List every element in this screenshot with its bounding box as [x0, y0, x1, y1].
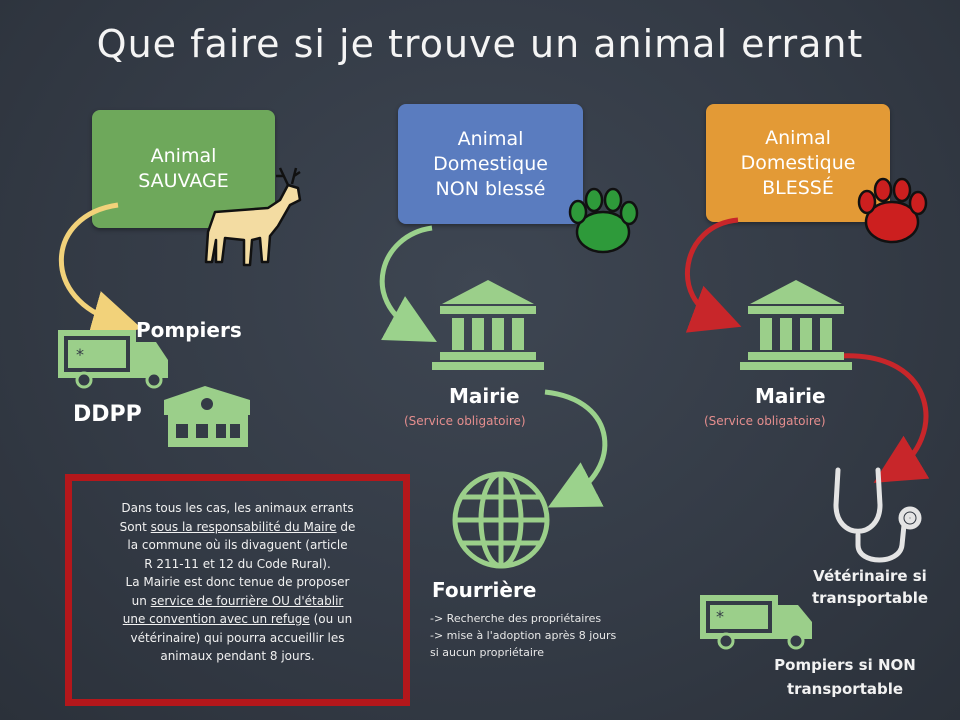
globe-icon — [452, 471, 550, 569]
deer-icon — [204, 167, 302, 267]
info-line: La Mairie est donc tenue de proposer — [125, 575, 350, 589]
fire-brigade-label: Pompiers — [136, 318, 242, 342]
info-line: une convention avec un refuge (ou un — [94, 610, 381, 629]
info-line: la commune où ils divaguent (article — [127, 538, 348, 552]
arrow-mairie-to-vet — [837, 353, 930, 483]
arrow-domestic-to-mairie — [379, 225, 437, 342]
info-line: un service de fourrière OU d'établir — [94, 592, 381, 611]
info-line: animaux pendant 8 jours. — [160, 649, 315, 663]
info-text: (ou un — [309, 612, 353, 626]
building-icon-injured — [740, 280, 852, 370]
info-underlined: une convention avec un refuge — [122, 612, 310, 626]
info-line: Sont sous la responsabilité du Maire de — [94, 518, 381, 537]
vet-label: Vétérinaire si transportable — [811, 567, 929, 607]
pound-note: -> Recherche des propriétaires — [430, 612, 602, 625]
info-text: de — [336, 519, 356, 534]
info-text: Sont — [119, 519, 151, 534]
arrow-injured-to-mairie — [684, 217, 742, 333]
info-text: un — [131, 593, 151, 608]
arrow-wild-to-fire — [58, 202, 143, 340]
pound-note: -> mise à l'adoption après 8 jours — [430, 629, 617, 642]
house-icon — [164, 386, 250, 447]
pound-label: Fourrière — [432, 578, 537, 602]
info-underlined: sous la responsabilité du Maire — [150, 519, 337, 534]
mairie-sub-domestic: (Service obligatoire) — [404, 414, 526, 428]
pound-notes: -> Recherche des propriétaires -> mise à… — [430, 610, 616, 661]
legal-info-box: Dans tous les cas, les animaux errants S… — [65, 474, 410, 706]
svg-text:*: * — [716, 607, 724, 626]
arrow-mairie-to-pound — [544, 389, 608, 508]
svg-text:*: * — [76, 345, 84, 364]
mairie-label-domestic: Mairie — [449, 384, 520, 408]
ddpp-label: DDPP — [73, 402, 142, 427]
info-line: R 211-11 et 12 du Code Rural). — [144, 556, 331, 571]
pound-note: si aucun propriétaire — [430, 646, 544, 659]
mairie-sub-injured: (Service obligatoire) — [704, 414, 826, 428]
paw-icon-green — [568, 187, 639, 254]
mairie-label-injured: Mairie — [755, 384, 826, 408]
paw-icon-red — [857, 177, 928, 244]
building-icon-domestic — [432, 280, 544, 370]
info-line: vétérinaire) qui pourra accueillir les — [130, 630, 345, 645]
stethoscope-icon — [833, 467, 922, 563]
fire-nontransport-label: Pompiers si NON transportable — [774, 656, 916, 698]
info-line: Dans tous les cas, les animaux errants — [121, 501, 354, 515]
info-underlined: service de fourrière OU d'établir — [150, 593, 344, 608]
